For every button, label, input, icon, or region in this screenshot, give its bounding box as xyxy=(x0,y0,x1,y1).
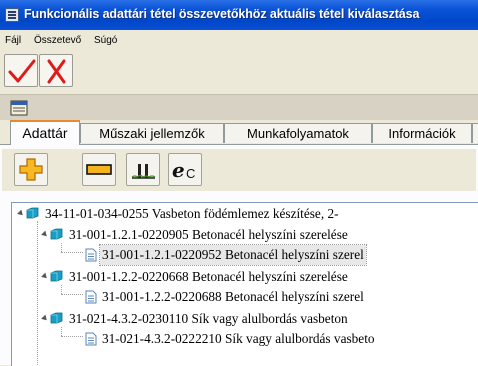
tree-row[interactable]: 31-001-1.2.2-0220668 Betonacél helyszíni… xyxy=(12,267,478,287)
expand-caret-icon[interactable] xyxy=(41,314,49,323)
folder-icon xyxy=(26,207,39,219)
collapse-button[interactable] xyxy=(82,153,116,186)
folder-icon xyxy=(50,312,63,324)
main-toolbar xyxy=(0,50,478,94)
window-titlebar: Funkcionális adattári tétel összevetőkhö… xyxy=(0,0,478,30)
tab-more[interactable] xyxy=(472,123,478,143)
tree-row-label: 34-11-01-034-0255 Vasbeton födémlemez ké… xyxy=(45,206,339,221)
expand-caret-icon[interactable] xyxy=(41,272,49,281)
chart-button[interactable] xyxy=(126,153,160,186)
tree-row[interactable]: 31-001-1.2.1-0220905 Betonacél helyszíni… xyxy=(12,225,478,245)
ec-icon: e C xyxy=(172,158,195,182)
document-icon xyxy=(85,332,97,346)
tree-row[interactable]: 31-001-1.2.1-0220952 Betonacél helyszíni… xyxy=(12,244,478,266)
tab-adattar[interactable]: Adattár xyxy=(10,120,80,145)
ok-button[interactable] xyxy=(4,54,38,87)
tree-row[interactable]: 31-021-4.3.2-0230110 Sík vagy alulbordás… xyxy=(12,309,478,329)
grid-icon xyxy=(10,100,28,116)
tree-row[interactable]: 34-11-01-034-0255 Vasbeton födémlemez ké… xyxy=(12,204,478,224)
ec-label: C xyxy=(186,166,195,181)
add-button[interactable] xyxy=(14,153,48,186)
app-icon xyxy=(5,8,19,22)
secondary-strip xyxy=(0,94,478,121)
document-icon xyxy=(85,290,97,304)
menu-component[interactable]: Összetevő xyxy=(34,35,81,46)
tree-row[interactable]: 31-021-4.3.2-0222210 Sík vagy alulbordás… xyxy=(12,329,478,349)
cancel-button[interactable] xyxy=(39,54,73,87)
collapse-icon xyxy=(86,164,112,175)
window-title: Funkcionális adattári tétel összevetőkhö… xyxy=(24,7,420,21)
tree-row-label: 31-001-1.2.1-0220952 Betonacél helyszíni… xyxy=(99,244,367,266)
tree-row-label: 31-001-1.2.2-0220688 Betonacél helyszíni… xyxy=(102,289,364,304)
folder-icon xyxy=(50,228,63,240)
tree-row-label: 31-001-1.2.2-0220668 Betonacél helyszíni… xyxy=(69,269,348,284)
tree-view[interactable]: 34-11-01-034-0255 Vasbeton födémlemez ké… xyxy=(11,202,478,366)
tree-row-label: 31-021-4.3.2-0230110 Sík vagy alulbordás… xyxy=(69,311,348,326)
tab-strip: Adattár Műszaki jellemzők Munkafolyamato… xyxy=(0,120,478,145)
tree-row[interactable]: 31-001-1.2.2-0220688 Betonacél helyszíni… xyxy=(12,287,478,307)
tab-panel-adattar: e C 34-11-01-034-0255 Vasbeton födémleme… xyxy=(0,144,478,366)
tree-row-label: 31-021-4.3.2-0222210 Sík vagy alulbordás… xyxy=(102,331,375,346)
x-icon xyxy=(47,59,66,84)
folder-icon xyxy=(50,270,63,282)
tab-muszaki-jellemzok[interactable]: Műszaki jellemzők xyxy=(80,123,224,143)
tree-toolbar: e C xyxy=(2,149,476,191)
tab-munkafolyamatok[interactable]: Munkafolyamatok xyxy=(224,123,372,143)
svg-text:e: e xyxy=(172,158,185,182)
expand-caret-icon[interactable] xyxy=(41,230,49,239)
checkmark-icon xyxy=(8,59,36,83)
tree-row-label: 31-001-1.2.1-0220905 Betonacél helyszíni… xyxy=(69,227,348,242)
ec-button[interactable]: e C xyxy=(168,153,202,186)
tab-informaciok[interactable]: Információk xyxy=(372,123,472,143)
menu-help[interactable]: Súgó xyxy=(94,35,117,46)
add-icon xyxy=(19,158,43,181)
expand-caret-icon[interactable] xyxy=(17,209,25,218)
chart-icon xyxy=(131,164,156,179)
menu-file[interactable]: Fájl xyxy=(5,35,21,46)
menu-bar: Fájl Összetevő Súgó xyxy=(0,30,478,50)
document-icon xyxy=(85,248,97,262)
